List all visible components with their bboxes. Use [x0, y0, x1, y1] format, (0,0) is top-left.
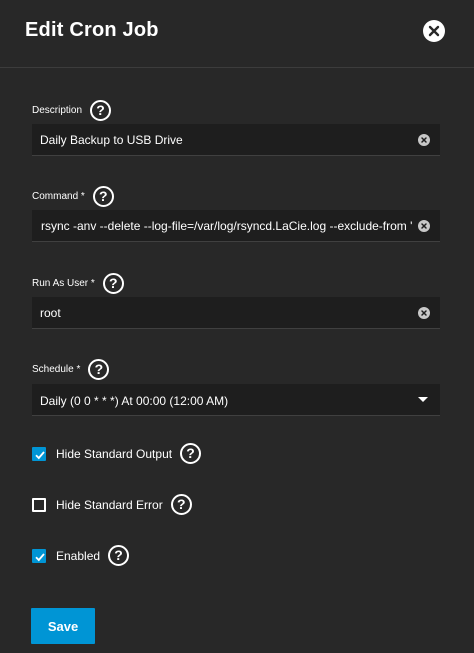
command-label: Command * [32, 191, 85, 202]
dialog-title: Edit Cron Job [25, 19, 159, 41]
description-label-row: Description ? [32, 100, 112, 121]
help-icon[interactable]: ? [170, 494, 192, 515]
save-button[interactable]: Save [31, 608, 95, 644]
description-label: Description [32, 105, 83, 116]
command-value: rsync -anv --delete --log-file=/var/log/… [41, 219, 413, 233]
schedule-label-row: Schedule * ? [32, 359, 110, 380]
enabled-checkbox[interactable] [32, 548, 46, 563]
hide-stderr-row: Hide Standard Error ? [32, 494, 192, 515]
hide-stdout-row: Hide Standard Output ? [32, 443, 202, 464]
help-icon[interactable]: ? [90, 100, 112, 121]
chevron-down-icon [418, 397, 428, 402]
run-as-user-input[interactable]: root [32, 297, 440, 329]
help-icon[interactable]: ? [180, 443, 202, 464]
command-input[interactable]: rsync -anv --delete --log-file=/var/log/… [32, 210, 440, 242]
dialog-header: Edit Cron Job [0, 0, 474, 68]
close-icon[interactable] [423, 20, 445, 42]
description-input[interactable]: Daily Backup to USB Drive [32, 124, 440, 156]
hide-stdout-checkbox[interactable] [32, 446, 46, 461]
description-value: Daily Backup to USB Drive [40, 133, 183, 147]
help-icon[interactable]: ? [88, 359, 110, 380]
clear-icon[interactable] [418, 220, 430, 232]
schedule-label: Schedule * [32, 364, 81, 375]
command-label-row: Command * ? [32, 186, 114, 207]
schedule-value: Daily (0 0 * * *) At 00:00 (12:00 AM) [40, 394, 229, 408]
help-icon[interactable]: ? [102, 273, 124, 294]
run-as-user-label-row: Run As User * ? [32, 273, 124, 294]
help-icon[interactable]: ? [92, 186, 114, 207]
enabled-row: Enabled ? [32, 545, 130, 566]
clear-icon[interactable] [418, 307, 430, 319]
hide-stderr-label: Hide Standard Error [56, 497, 163, 512]
schedule-select[interactable]: Daily (0 0 * * *) At 00:00 (12:00 AM) [32, 384, 440, 416]
hide-stdout-label: Hide Standard Output [56, 446, 173, 461]
run-as-user-label: Run As User * [32, 278, 95, 289]
help-icon[interactable]: ? [108, 545, 130, 566]
run-as-user-value: root [40, 306, 61, 320]
clear-icon[interactable] [418, 134, 430, 146]
hide-stderr-checkbox[interactable] [32, 497, 46, 512]
enabled-label: Enabled [56, 548, 101, 563]
